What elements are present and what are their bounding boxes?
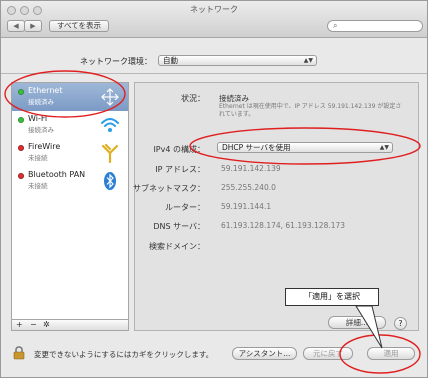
router-label: ルーター： bbox=[165, 203, 205, 212]
gear-icon[interactable]: ✲ bbox=[43, 320, 50, 329]
ethernet-icon bbox=[101, 88, 119, 106]
revert-button[interactable]: 元に戻す bbox=[303, 347, 353, 360]
wifi-icon bbox=[101, 118, 119, 132]
status-info-text: Ethernet は現在使用中で、IP アドレス 59.191.142.139 … bbox=[219, 103, 402, 118]
search-field[interactable]: ⌕ bbox=[327, 20, 423, 32]
assistant-button[interactable]: アシスタント... bbox=[232, 347, 297, 360]
service-name: Wi-Fi bbox=[28, 114, 48, 123]
window-title: ネットワーク bbox=[190, 5, 238, 14]
callout-label: 「適用」を選択 bbox=[285, 288, 379, 306]
apply-button[interactable]: 適用 bbox=[367, 347, 415, 360]
show-all-button[interactable]: すべてを表示 bbox=[49, 20, 109, 32]
service-name: FireWire bbox=[28, 142, 61, 151]
dns-server-value: 61.193.128.174, 61.193.128.173 bbox=[221, 221, 346, 230]
ipv4-config-value: DHCP サーバを使用 bbox=[222, 143, 291, 152]
popup-arrows-icon: ▲▼ bbox=[303, 57, 313, 64]
status-dot bbox=[18, 145, 24, 151]
service-name: Ethernet bbox=[28, 86, 63, 95]
divider bbox=[1, 73, 427, 74]
network-preferences-window: ネットワーク ◀ ▶ すべてを表示 ⌕ ネットワーク環境： 自動 ▲▼ Ethe… bbox=[0, 0, 428, 378]
router-value: 59.191.144.1 bbox=[221, 202, 272, 211]
ipv4-config-label: IPv4 の構成： bbox=[153, 145, 205, 154]
service-status: 接続済み bbox=[28, 98, 54, 106]
service-name: Bluetooth PAN bbox=[28, 170, 86, 179]
ip-address-label: IP アドレス： bbox=[155, 165, 205, 174]
service-item-firewire[interactable]: FireWire 未接続 bbox=[12, 139, 128, 167]
status-dot bbox=[18, 173, 24, 179]
service-status: 未接続 bbox=[28, 182, 48, 190]
ip-address-value: 59.191.142.139 bbox=[221, 164, 281, 173]
service-status: 未接続 bbox=[28, 154, 48, 162]
firewire-icon bbox=[101, 143, 119, 163]
location-popup[interactable]: 自動 ▲▼ bbox=[158, 55, 317, 66]
popup-arrows-icon: ▲▼ bbox=[379, 144, 389, 151]
service-item-bluetooth-pan[interactable]: Bluetooth PAN 未接続 bbox=[12, 167, 128, 195]
dns-server-label: DNS サーバ： bbox=[153, 222, 205, 231]
status-label: 状況： bbox=[181, 94, 205, 103]
title-bar: ネットワーク ◀ ▶ すべてを表示 ⌕ bbox=[1, 1, 427, 38]
service-list: Ethernet 接続済み Wi-Fi 接続済み FireWire 未接続 Bl… bbox=[11, 82, 129, 320]
ipv4-config-popup[interactable]: DHCP サーバを使用 ▲▼ bbox=[217, 142, 393, 153]
location-value: 自動 bbox=[163, 56, 178, 65]
subnet-mask-value: 255.255.240.0 bbox=[221, 183, 276, 192]
back-button[interactable]: ◀ bbox=[7, 20, 25, 32]
help-button[interactable]: ? bbox=[394, 317, 407, 330]
service-status: 接続済み bbox=[28, 126, 54, 134]
location-label: ネットワーク環境： bbox=[80, 57, 152, 66]
lock-icon[interactable] bbox=[13, 346, 25, 360]
status-dot bbox=[18, 89, 24, 95]
service-item-ethernet[interactable]: Ethernet 接続済み bbox=[12, 83, 128, 111]
add-service-button[interactable]: + bbox=[16, 320, 23, 329]
lock-message: 変更できないようにするにはカギをクリックします。 bbox=[34, 350, 214, 359]
search-icon: ⌕ bbox=[333, 21, 338, 30]
bluetooth-icon bbox=[104, 172, 116, 190]
search-domain-label: 検索ドメイン： bbox=[149, 242, 205, 251]
remove-service-button[interactable]: − bbox=[30, 320, 37, 329]
subnet-mask-label: サブネットマスク： bbox=[133, 184, 205, 193]
advanced-button[interactable]: 詳細... bbox=[328, 316, 386, 329]
forward-button[interactable]: ▶ bbox=[24, 20, 42, 32]
status-dot bbox=[18, 117, 24, 123]
service-list-toolbar: + − ✲ bbox=[11, 320, 129, 331]
service-item-wifi[interactable]: Wi-Fi 接続済み bbox=[12, 111, 128, 139]
